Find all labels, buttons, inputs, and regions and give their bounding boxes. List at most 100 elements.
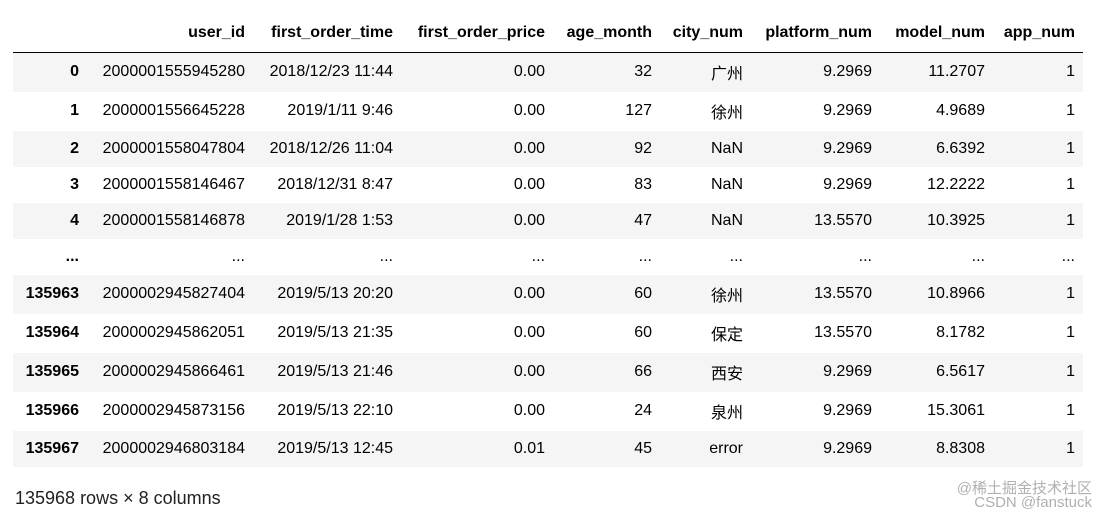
cell-first-order-time: 2019/1/28 1:53 [286, 211, 393, 229]
cell-city-num: 保定 [710, 327, 743, 344]
cell-model-num: 10.8966 [927, 285, 985, 302]
cell-app-num: 1 [1066, 324, 1075, 341]
row-index: 135965 [25, 363, 79, 380]
table-row: 135965 2000002945866461 2019/5/13 21:46 … [13, 352, 1083, 392]
row-index: 135963 [25, 285, 79, 302]
cell-first-order-time: 2019/5/13 21:35 [277, 324, 393, 341]
cell-model-num: ... [971, 247, 985, 265]
cell-first-order-price: ... [531, 247, 545, 265]
cell-first-order-price: 0.00 [513, 324, 545, 341]
cell-city-num: 徐州 [710, 288, 743, 305]
cell-city-num: 西安 [710, 366, 743, 383]
cell-app-num: 1 [1066, 439, 1075, 457]
cell-user-id: 2000001558047804 [102, 139, 245, 157]
table-row: 1 2000001556645228 2019/1/11 9:46 0.00 1… [13, 92, 1083, 131]
cell-first-order-time: ... [379, 247, 393, 265]
cell-first-order-price: 0.00 [513, 285, 545, 302]
table-body: 0 2000001555945280 2018/12/23 11:44 0.00… [13, 52, 1083, 467]
cell-app-num: 1 [1066, 139, 1075, 157]
ellipsis-row: ... ... ... ... ... ... ... ... ... [13, 239, 1083, 275]
table-row: 3 2000001558146467 2018/12/31 8:47 0.00 … [13, 167, 1083, 203]
table-row: 135966 2000002945873156 2019/5/13 22:10 … [13, 392, 1083, 431]
row-index: 0 [70, 63, 79, 81]
cell-first-order-time: 2018/12/31 8:47 [277, 175, 393, 193]
cell-first-order-price: 0.01 [513, 439, 545, 457]
cell-first-order-time: 2019/5/13 12:45 [277, 439, 393, 457]
dataframe-output: user_id first_order_time first_order_pri… [13, 14, 1083, 467]
header-user-id: user_id [87, 14, 253, 53]
cell-first-order-price: 0.00 [513, 175, 545, 193]
cell-user-id: ... [231, 247, 245, 265]
cell-age-month: 92 [634, 139, 652, 157]
cell-platform-num: 9.2969 [823, 363, 872, 380]
cell-model-num: 6.5617 [936, 363, 985, 380]
row-index: 3 [70, 175, 79, 193]
cell-user-id: 2000001558146467 [102, 175, 245, 193]
cell-platform-num: 9.2969 [823, 139, 872, 157]
cell-age-month: 24 [634, 402, 652, 419]
cell-age-month: 32 [634, 63, 652, 81]
cell-city-num: 广州 [710, 66, 743, 84]
cell-first-order-price: 0.00 [513, 363, 545, 380]
header-row: user_id first_order_time first_order_pri… [13, 14, 1083, 53]
cell-platform-num: 9.2969 [823, 63, 872, 81]
watermark: @稀土掘金技术社区 CSDN @fanstuck [957, 481, 1092, 510]
cell-model-num: 11.2707 [928, 63, 985, 81]
cell-city-num: NaN [710, 211, 743, 229]
cell-age-month: 60 [634, 285, 652, 302]
cell-platform-num: 9.2969 [823, 439, 872, 457]
header-platform-num: platform_num [751, 14, 880, 53]
table-header: user_id first_order_time first_order_pri… [13, 14, 1083, 53]
cell-model-num: 10.3925 [927, 211, 985, 229]
dataframe-shape-summary: 135968 rows × 8 columns [15, 488, 221, 508]
cell-platform-num: 9.2969 [823, 102, 872, 119]
row-index: 1 [70, 102, 79, 119]
cell-age-month: 47 [634, 211, 652, 229]
header-app-num: app_num [993, 14, 1083, 53]
cell-model-num: 12.2222 [927, 175, 985, 193]
cell-platform-num: 13.5570 [814, 211, 872, 229]
cell-first-order-time: 2019/1/11 9:46 [287, 102, 393, 119]
cell-user-id: 2000002946803184 [102, 439, 245, 457]
cell-first-order-price: 0.00 [513, 139, 545, 157]
cell-age-month: 83 [634, 175, 652, 193]
cell-model-num: 8.1782 [936, 324, 985, 341]
cell-city-num: NaN [710, 139, 743, 157]
cell-app-num: 1 [1066, 102, 1075, 119]
row-index: 135967 [25, 439, 79, 457]
cell-first-order-price: 0.00 [513, 102, 545, 119]
row-index: 135964 [25, 324, 79, 341]
cell-user-id: 2000001556645228 [102, 102, 245, 119]
cell-first-order-price: 0.00 [513, 63, 545, 81]
cell-app-num: 1 [1066, 63, 1075, 81]
cell-user-id: 2000001555945280 [102, 63, 245, 81]
table-row: 4 2000001558146878 2019/1/28 1:53 0.00 4… [13, 202, 1083, 239]
cell-first-order-price: 0.00 [513, 211, 545, 229]
cell-user-id: 2000002945827404 [102, 285, 245, 302]
table-row: 135964 2000002945862051 2019/5/13 21:35 … [13, 314, 1083, 353]
cell-model-num: 8.8308 [936, 439, 985, 457]
header-age-month: age_month [553, 14, 660, 53]
cell-model-num: 4.9689 [936, 102, 985, 119]
cell-platform-num: 13.5570 [814, 324, 872, 341]
cell-app-num: 1 [1066, 285, 1075, 302]
cell-platform-num: 9.2969 [823, 402, 872, 419]
cell-age-month: 60 [634, 324, 652, 341]
cell-user-id: 2000001558146878 [102, 211, 245, 229]
cell-first-order-time: 2018/12/26 11:04 [269, 139, 393, 157]
cell-city-num: NaN [710, 175, 743, 193]
cell-app-num: ... [1061, 247, 1075, 265]
cell-age-month: 66 [634, 363, 652, 380]
header-first-order-price: first_order_price [401, 14, 553, 53]
cell-first-order-time: 2019/5/13 20:20 [277, 285, 393, 302]
header-index [13, 14, 87, 53]
table-row: 0 2000001555945280 2018/12/23 11:44 0.00… [13, 52, 1083, 92]
cell-app-num: 1 [1066, 402, 1075, 419]
cell-age-month: 127 [625, 102, 652, 119]
table-row: 135967 2000002946803184 2019/5/13 12:45 … [13, 430, 1083, 467]
cell-first-order-time: 2019/5/13 22:10 [277, 402, 393, 419]
cell-city-num: 泉州 [710, 405, 743, 422]
cell-platform-num: 13.5570 [814, 285, 872, 302]
header-first-order-time: first_order_time [253, 14, 401, 53]
row-index: 135966 [25, 402, 79, 419]
